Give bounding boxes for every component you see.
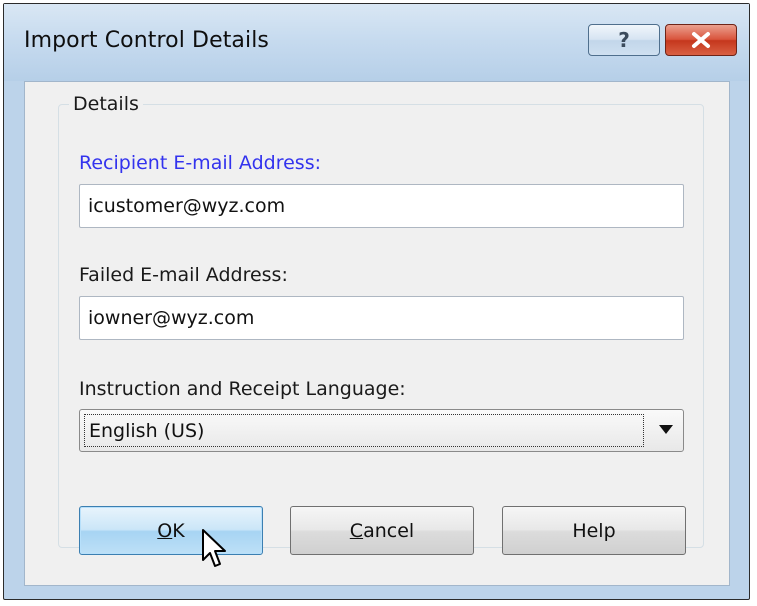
language-label: Instruction and Receipt Language: [79, 378, 406, 400]
language-selected-value: English (US) [84, 414, 644, 447]
cancel-mnemonic: C [349, 519, 364, 542]
language-select[interactable]: English (US) [79, 409, 684, 452]
dialog-client-area: Details Recipient E-mail Address: icusto… [24, 81, 730, 586]
help-button[interactable]: Help [502, 506, 686, 555]
ok-label-rest: K [172, 519, 185, 542]
failed-email-label: Failed E-mail Address: [79, 264, 288, 286]
cancel-label-rest: ancel [363, 519, 415, 542]
failed-email-input[interactable]: iowner@wyz.com [79, 296, 684, 340]
close-button[interactable] [665, 24, 737, 56]
ok-mnemonic: O [157, 519, 173, 542]
title-bar[interactable]: Import Control Details ? [4, 4, 749, 81]
question-mark-icon: ? [618, 28, 630, 52]
recipient-email-label: Recipient E-mail Address: [79, 152, 321, 174]
recipient-email-input[interactable]: icustomer@wyz.com [79, 184, 684, 228]
dropdown-arrow-icon[interactable] [659, 425, 673, 434]
ok-button[interactable]: OK [79, 506, 263, 555]
help-title-button[interactable]: ? [588, 24, 660, 56]
import-control-details-dialog: Import Control Details ? Details Recipie… [3, 3, 750, 600]
cancel-button[interactable]: Cancel [290, 506, 474, 555]
close-icon [692, 32, 710, 48]
window-title: Import Control Details [24, 28, 269, 53]
details-group-label: Details [69, 93, 143, 115]
mouse-cursor-icon [202, 529, 226, 567]
